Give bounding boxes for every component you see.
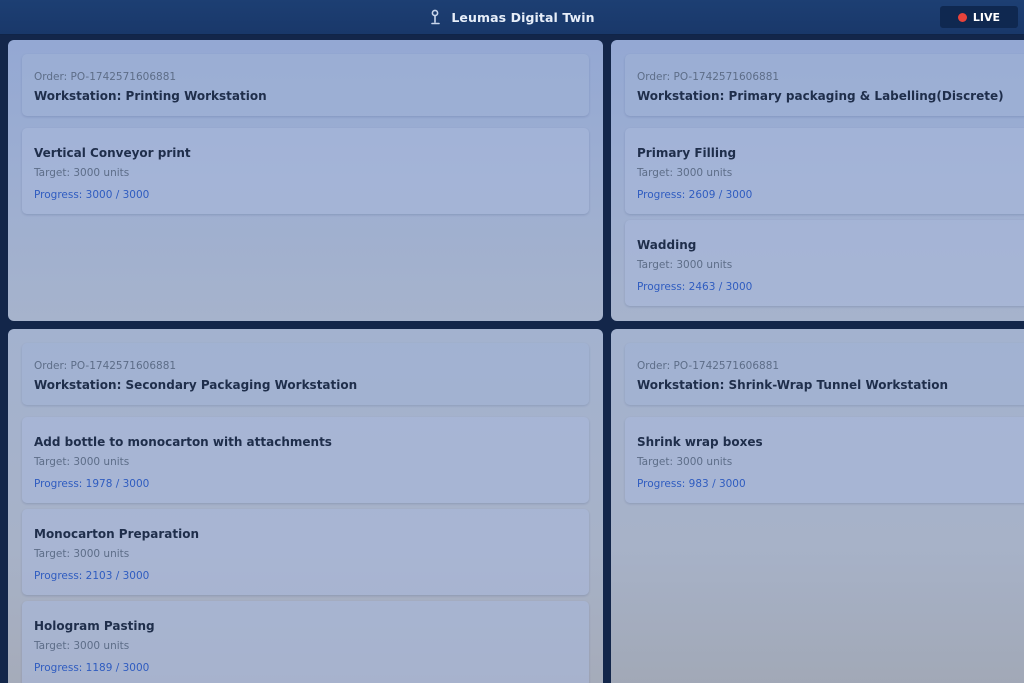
task-name: Wadding xyxy=(637,238,697,252)
task-name: Add bottle to monocarton with attachment… xyxy=(34,435,332,449)
workstation-panel-secondary-packaging: Order: PO-1742571606881 Workstation: Sec… xyxy=(8,329,603,683)
task-progress: Progress: 2103 / 3000 xyxy=(34,570,150,582)
task-card[interactable]: Vertical Conveyor print Target: 3000 uni… xyxy=(22,128,589,214)
order-id: Order: PO-1742571606881 xyxy=(34,71,177,83)
task-name: Hologram Pasting xyxy=(34,619,155,633)
workstation-panel-printing: Order: PO-1742571606881 Workstation: Pri… xyxy=(8,40,603,321)
panel-header: Order: PO-1742571606881 Workstation: Pri… xyxy=(22,54,589,116)
top-bar: Leumas Digital Twin LIVE xyxy=(0,0,1024,35)
order-id: Order: PO-1742571606881 xyxy=(637,360,780,372)
task-name: Shrink wrap boxes xyxy=(637,435,763,449)
task-card[interactable]: Add bottle to monocarton with attachment… xyxy=(22,417,589,503)
task-card[interactable]: Wadding Target: 3000 units Progress: 246… xyxy=(625,220,1024,306)
panel-header: Order: PO-1742571606881 Workstation: Pri… xyxy=(625,54,1024,116)
workstation-title: Workstation: Primary packaging & Labelli… xyxy=(637,89,1004,103)
task-name: Vertical Conveyor print xyxy=(34,146,191,160)
workstation-title: Workstation: Secondary Packaging Worksta… xyxy=(34,378,358,392)
order-id: Order: PO-1742571606881 xyxy=(637,71,780,83)
task-progress: Progress: 3000 / 3000 xyxy=(34,189,150,201)
task-target: Target: 3000 units xyxy=(34,167,130,179)
live-dot-icon xyxy=(957,12,967,22)
task-target: Target: 3000 units xyxy=(637,167,733,179)
task-progress: Progress: 1978 / 3000 xyxy=(34,478,150,490)
task-progress: Progress: 2609 / 3000 xyxy=(637,189,753,201)
panel-header: Order: PO-1742571606881 Workstation: Sec… xyxy=(22,343,589,405)
task-name: Primary Filling xyxy=(637,146,737,160)
workstation-panel-primary-packaging: Order: PO-1742571606881 Workstation: Pri… xyxy=(611,40,1024,321)
task-progress: Progress: 983 / 3000 xyxy=(637,478,746,490)
task-name: Monocarton Preparation xyxy=(34,527,199,541)
app-title-group: Leumas Digital Twin xyxy=(0,0,1024,34)
task-progress: Progress: 2463 / 3000 xyxy=(637,281,753,293)
task-target: Target: 3000 units xyxy=(34,456,130,468)
task-card[interactable]: Primary Filling Target: 3000 units Progr… xyxy=(625,128,1024,214)
live-label: LIVE xyxy=(972,10,1001,24)
task-target: Target: 3000 units xyxy=(34,640,130,652)
task-progress: Progress: 1189 / 3000 xyxy=(34,662,150,674)
workstation-title: Workstation: Shrink-Wrap Tunnel Workstat… xyxy=(637,378,949,392)
order-id: Order: PO-1742571606881 xyxy=(34,360,177,372)
panel-header: Order: PO-1742571606881 Workstation: Shr… xyxy=(625,343,1024,405)
task-card[interactable]: Shrink wrap boxes Target: 3000 units Pro… xyxy=(625,417,1024,503)
workstation-title: Workstation: Printing Workstation xyxy=(34,89,267,103)
task-target: Target: 3000 units xyxy=(637,259,733,271)
task-card[interactable]: Monocarton Preparation Target: 3000 unit… xyxy=(22,509,589,595)
user-pin-icon xyxy=(429,9,443,25)
task-target: Target: 3000 units xyxy=(637,456,733,468)
task-target: Target: 3000 units xyxy=(34,548,130,560)
workstation-panel-shrink-wrap: Order: PO-1742571606881 Workstation: Shr… xyxy=(611,329,1024,683)
app-title: Leumas Digital Twin xyxy=(451,9,595,25)
live-indicator[interactable]: LIVE xyxy=(940,6,1018,28)
task-card[interactable]: Hologram Pasting Target: 3000 units Prog… xyxy=(22,601,589,683)
